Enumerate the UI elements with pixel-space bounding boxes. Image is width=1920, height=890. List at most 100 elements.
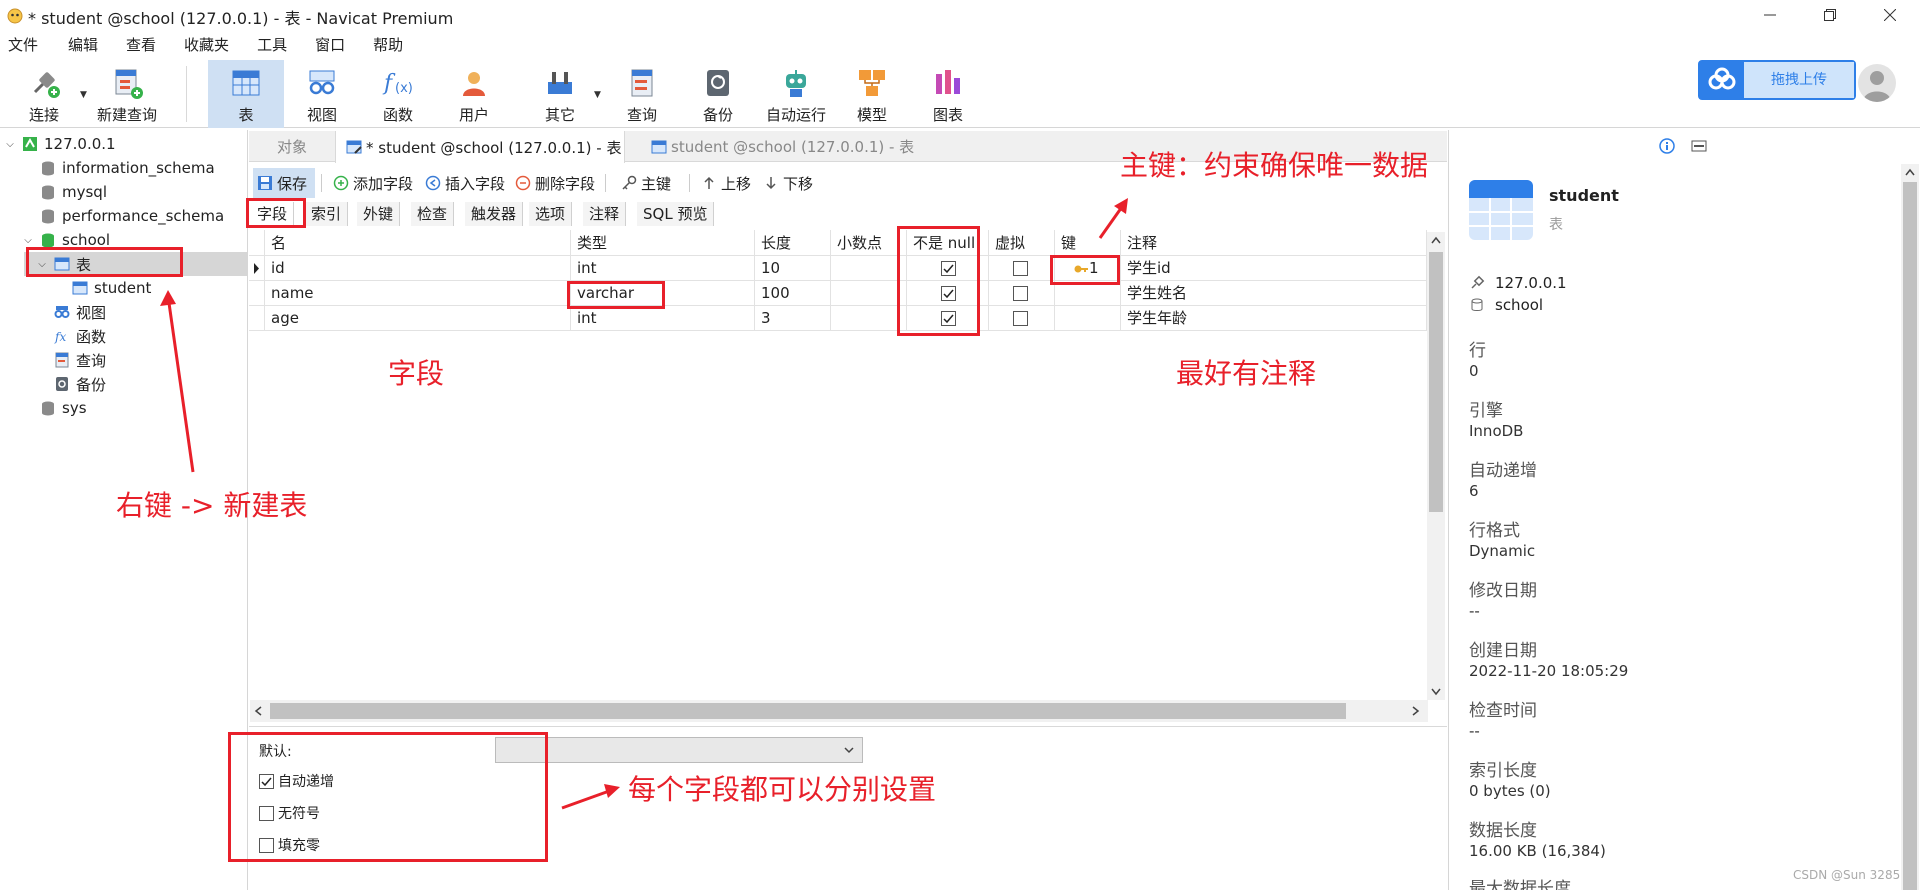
cell-comment[interactable]: 学生姓名	[1121, 281, 1427, 306]
toolbar-table-button[interactable]: 表	[208, 60, 284, 128]
avatar[interactable]	[1858, 64, 1896, 102]
column-header-virtual[interactable]: 虚拟	[989, 230, 1055, 256]
cell-decimals[interactable]	[831, 281, 907, 306]
tree-db-information-schema[interactable]: information_schema	[22, 156, 215, 180]
tree-connection[interactable]: ⌵ 127.0.0.1	[4, 132, 115, 156]
virtual-checkbox[interactable]	[1013, 311, 1028, 326]
chevron-down-icon[interactable]: ▼	[594, 90, 601, 100]
cell-type[interactable]: int	[571, 306, 755, 331]
menu-file[interactable]: 文件	[0, 32, 48, 58]
arrow-up-icon	[701, 175, 717, 191]
toolbar-new-query-button[interactable]: 新建查询	[88, 60, 166, 128]
cell-comment[interactable]: 学生年龄	[1121, 306, 1427, 331]
column-header-type[interactable]: 类型	[571, 230, 755, 256]
add-field-button[interactable]: 添加字段	[333, 168, 413, 198]
tab-checks[interactable]: 检查	[411, 202, 455, 226]
tree-folder-functions[interactable]: fx 函数	[36, 324, 106, 348]
tab-options[interactable]: 选项	[529, 202, 573, 226]
horizontal-scrollbar[interactable]	[250, 700, 1428, 722]
scroll-left-icon[interactable]	[254, 706, 262, 716]
save-button[interactable]: 保存	[253, 168, 315, 198]
default-value-select[interactable]	[495, 737, 863, 763]
scroll-up-icon[interactable]	[1431, 236, 1441, 244]
insert-field-button[interactable]: 插入字段	[425, 168, 505, 198]
column-header-decimals[interactable]: 小数点	[831, 230, 907, 256]
tree-folder-queries[interactable]: 查询	[36, 348, 106, 372]
restore-button[interactable]	[1800, 0, 1860, 30]
virtual-checkbox[interactable]	[1013, 286, 1028, 301]
tab-foreign-keys[interactable]: 外键	[357, 202, 401, 226]
cell-decimals[interactable]	[831, 256, 907, 281]
tree-db-performance-schema[interactable]: performance_schema	[22, 204, 224, 228]
tree-db-mysql[interactable]: mysql	[22, 180, 107, 204]
cell-key[interactable]	[1055, 306, 1121, 331]
column-header-length[interactable]: 长度	[755, 230, 831, 256]
cell-name[interactable]: name	[265, 281, 571, 306]
close-button[interactable]	[1860, 0, 1920, 30]
tab-triggers[interactable]: 触发器	[465, 202, 524, 226]
scroll-right-icon[interactable]	[1412, 706, 1420, 716]
scroll-up-icon[interactable]	[1905, 168, 1915, 176]
toolbar-query-button[interactable]: 查询	[604, 60, 680, 128]
tree-table-student[interactable]: student	[54, 276, 151, 300]
user-icon	[457, 66, 491, 100]
delete-field-button[interactable]: 删除字段	[515, 168, 595, 198]
column-header-key[interactable]: 键	[1055, 230, 1121, 256]
info-panel-scrollbar[interactable]	[1901, 164, 1919, 890]
toolbar-model-button[interactable]: 模型	[834, 60, 910, 128]
cell-decimals[interactable]	[831, 306, 907, 331]
vertical-scrollbar[interactable]	[1427, 232, 1445, 700]
toolbar-automation-button[interactable]: 自动运行	[756, 60, 836, 128]
tab-student-design-active[interactable]: * student @school (127.0.0.1) - 表	[335, 131, 625, 163]
ddl-icon[interactable]	[1691, 138, 1707, 154]
chevron-down-icon[interactable]: ⌵	[4, 139, 16, 150]
tree-folder-views[interactable]: 视图	[36, 300, 106, 324]
toolbar-user-button[interactable]: 用户	[436, 60, 512, 128]
move-up-button[interactable]: 上移	[701, 168, 751, 198]
toolbar-function-button[interactable]: f (x) 函数	[360, 60, 436, 128]
column-header-name[interactable]: 名	[265, 230, 571, 256]
cell-name[interactable]: id	[265, 256, 571, 281]
database-icon	[40, 184, 56, 200]
toolbar-chart-button[interactable]: 图表	[910, 60, 986, 128]
chevron-down-icon[interactable]: ▼	[80, 90, 87, 100]
info-value-modified: --	[1469, 602, 1480, 620]
toolbar-connect-button[interactable]: 连接	[6, 60, 82, 128]
chevron-down-icon[interactable]: ⌵	[22, 235, 34, 246]
cell-length[interactable]: 10	[755, 256, 831, 281]
scroll-down-icon[interactable]	[1431, 688, 1441, 696]
move-down-button[interactable]: 下移	[763, 168, 813, 198]
arrow-down-icon	[763, 175, 779, 191]
tree-folder-backups[interactable]: 备份	[36, 372, 106, 396]
minimize-button[interactable]	[1740, 0, 1800, 30]
menu-favorites[interactable]: 收藏夹	[166, 32, 239, 58]
info-icon[interactable]	[1659, 138, 1675, 154]
menu-help[interactable]: 帮助	[355, 32, 413, 58]
cell-length[interactable]: 100	[755, 281, 831, 306]
menu-window[interactable]: 窗口	[297, 32, 355, 58]
horizontal-scroll-thumb[interactable]	[270, 703, 1346, 719]
menu-view[interactable]: 查看	[108, 32, 166, 58]
virtual-checkbox[interactable]	[1013, 261, 1028, 276]
tab-objects[interactable]: 对象	[267, 131, 317, 162]
column-header-comment[interactable]: 注释	[1121, 230, 1427, 256]
tab-comment[interactable]: 注释	[583, 202, 627, 226]
tab-student-design[interactable]: student @school (127.0.0.1) - 表	[641, 131, 924, 162]
cell-comment[interactable]: 学生id	[1121, 256, 1427, 281]
toolbar-view-button[interactable]: 视图	[284, 60, 360, 128]
cell-name[interactable]: age	[265, 306, 571, 331]
info-value-row-format: Dynamic	[1469, 542, 1536, 560]
cell-length[interactable]: 3	[755, 306, 831, 331]
primary-key-button[interactable]: 主键	[621, 168, 671, 198]
info-scroll-thumb[interactable]	[1903, 182, 1917, 890]
vertical-scroll-thumb[interactable]	[1429, 252, 1443, 512]
toolbar-backup-button[interactable]: 备份	[680, 60, 756, 128]
tree-db-sys[interactable]: sys	[22, 396, 87, 420]
tab-indexes[interactable]: 索引	[305, 202, 349, 226]
tab-sql-preview[interactable]: SQL 预览	[637, 202, 715, 226]
toolbar-other-button[interactable]: 其它	[522, 60, 598, 128]
menu-tools[interactable]: 工具	[239, 32, 297, 58]
menu-edit[interactable]: 编辑	[48, 32, 108, 58]
upload-widget[interactable]: 拖拽上传	[1698, 60, 1856, 100]
cell-type[interactable]: int	[571, 256, 755, 281]
